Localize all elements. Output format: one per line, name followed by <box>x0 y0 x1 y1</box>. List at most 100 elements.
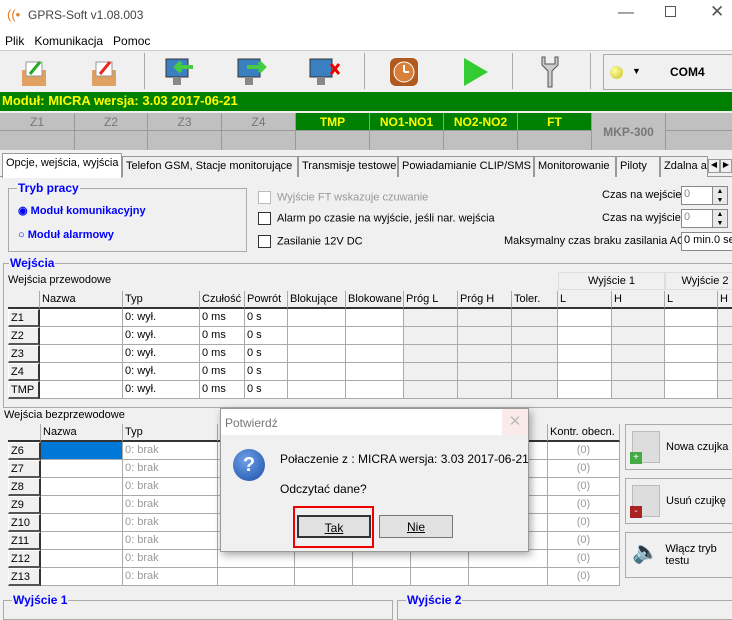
table-cell[interactable] <box>288 381 346 399</box>
yes-button[interactable]: Tak <box>297 515 371 538</box>
row-header[interactable]: Z6 <box>8 442 41 460</box>
port-selector[interactable]: ▼ COM4 <box>603 54 732 90</box>
row-header[interactable]: TMP <box>8 381 40 399</box>
table-cell[interactable]: 0 s <box>245 345 288 363</box>
table-cell[interactable] <box>512 363 558 381</box>
radio-communication-module[interactable]: ◉ Moduł komunikacyjny <box>18 204 146 217</box>
no-button[interactable]: Nie <box>379 515 453 538</box>
table-cell[interactable] <box>558 309 612 327</box>
table-cell[interactable] <box>41 550 123 568</box>
checkbox-12v[interactable]: Zasilanie 12V DC <box>258 235 363 248</box>
minimize-button[interactable]: — <box>618 4 634 22</box>
table-cell[interactable] <box>41 460 123 478</box>
table-cell[interactable]: 0: wył. <box>123 309 200 327</box>
table-cell[interactable] <box>40 327 123 345</box>
menu-komunikacja[interactable]: Komunikacja <box>29 30 108 48</box>
table-cell[interactable] <box>718 327 732 345</box>
table-cell[interactable] <box>288 327 346 345</box>
table-cell[interactable]: 0 ms <box>200 363 245 381</box>
write-to-module-icon[interactable] <box>232 55 272 89</box>
table-cell[interactable] <box>469 550 548 568</box>
row-header[interactable]: Z13 <box>8 568 41 586</box>
table-cell[interactable] <box>40 381 123 399</box>
table-cell[interactable] <box>218 568 295 586</box>
close-button[interactable]: ✕ <box>710 2 724 22</box>
table-cell[interactable] <box>458 381 512 399</box>
table-cell[interactable] <box>41 442 123 460</box>
tab-scroll-left[interactable]: ◀ <box>708 159 720 173</box>
tab-3[interactable]: Powiadamianie CLIP/SMS <box>398 156 534 177</box>
table-cell[interactable]: 0: wył. <box>123 345 200 363</box>
table-cell[interactable]: 0 ms <box>200 381 245 399</box>
table-cell[interactable] <box>512 327 558 345</box>
clock-icon[interactable] <box>384 55 424 89</box>
table-cell[interactable] <box>612 345 665 363</box>
table-cell[interactable] <box>718 381 732 399</box>
table-cell[interactable] <box>346 381 404 399</box>
table-cell[interactable] <box>404 327 458 345</box>
table-cell[interactable] <box>458 309 512 327</box>
entry-time-input[interactable]: 0 <box>681 186 713 205</box>
row-header[interactable]: Z7 <box>8 460 41 478</box>
table-cell[interactable]: 0: brak <box>123 496 218 514</box>
table-cell[interactable]: 0: brak <box>123 550 218 568</box>
table-cell[interactable] <box>288 345 346 363</box>
table-cell[interactable]: (0) <box>548 478 620 496</box>
row-header[interactable]: Z1 <box>8 309 40 327</box>
table-cell[interactable] <box>288 363 346 381</box>
table-cell[interactable] <box>41 532 123 550</box>
row-header[interactable]: Z4 <box>8 363 40 381</box>
table-cell[interactable] <box>404 345 458 363</box>
menu-pomoc[interactable]: Pomoc <box>108 30 155 48</box>
remove-detector-button[interactable]: - Usuń czujkę <box>625 478 732 524</box>
row-header[interactable]: Z9 <box>8 496 41 514</box>
table-cell[interactable]: (0) <box>548 550 620 568</box>
table-cell[interactable] <box>411 568 469 586</box>
download-file-icon[interactable] <box>84 55 124 89</box>
table-cell[interactable] <box>665 345 718 363</box>
tab-2[interactable]: Transmisje testowe <box>298 156 398 177</box>
table-cell[interactable]: 0 ms <box>200 327 245 345</box>
table-cell[interactable]: (0) <box>548 442 620 460</box>
table-cell[interactable] <box>612 363 665 381</box>
table-cell[interactable] <box>404 381 458 399</box>
new-detector-button[interactable]: + Nowa czujka <box>625 424 732 470</box>
settings-wrench-icon[interactable] <box>530 55 570 89</box>
chevron-down-icon[interactable]: ▼ <box>632 66 641 76</box>
table-cell[interactable]: (0) <box>548 514 620 532</box>
table-cell[interactable]: (0) <box>548 496 620 514</box>
checkbox-ft-armed[interactable]: Wyjście FT wskazuje czuwanie <box>258 191 428 204</box>
table-cell[interactable]: 0 s <box>245 309 288 327</box>
table-cell[interactable] <box>404 363 458 381</box>
table-cell[interactable] <box>353 550 411 568</box>
table-cell[interactable] <box>558 345 612 363</box>
table-cell[interactable]: 0 s <box>245 363 288 381</box>
table-cell[interactable] <box>40 309 123 327</box>
table-cell[interactable] <box>41 478 123 496</box>
tab-1[interactable]: Telefon GSM, Stacje monitorujące <box>122 156 298 177</box>
table-cell[interactable]: 0: brak <box>123 460 218 478</box>
table-cell[interactable] <box>218 550 295 568</box>
ac-loss-input[interactable]: 0 min.0 sek <box>681 232 732 251</box>
tab-scroll-right[interactable]: ▶ <box>720 159 732 173</box>
table-cell[interactable]: 0 s <box>245 327 288 345</box>
tab-4[interactable]: Monitorowanie <box>534 156 616 177</box>
table-cell[interactable] <box>41 568 123 586</box>
table-cell[interactable]: 0: wył. <box>123 381 200 399</box>
table-cell[interactable] <box>346 345 404 363</box>
table-cell[interactable] <box>41 496 123 514</box>
upload-file-icon[interactable] <box>14 55 54 89</box>
table-cell[interactable] <box>40 363 123 381</box>
tab-0[interactable]: Opcje, wejścia, wyjścia <box>2 153 122 178</box>
table-cell[interactable]: 0: wył. <box>123 363 200 381</box>
table-cell[interactable] <box>411 550 469 568</box>
table-cell[interactable] <box>458 327 512 345</box>
table-cell[interactable]: 0: brak <box>123 514 218 532</box>
row-header[interactable]: Z2 <box>8 327 40 345</box>
test-mode-button[interactable]: 🔈 Włącz tryb testu <box>625 532 732 578</box>
table-cell[interactable] <box>718 309 732 327</box>
table-cell[interactable]: 0: brak <box>123 532 218 550</box>
table-cell[interactable] <box>295 568 353 586</box>
table-cell[interactable] <box>512 309 558 327</box>
read-from-module-icon[interactable] <box>160 55 200 89</box>
